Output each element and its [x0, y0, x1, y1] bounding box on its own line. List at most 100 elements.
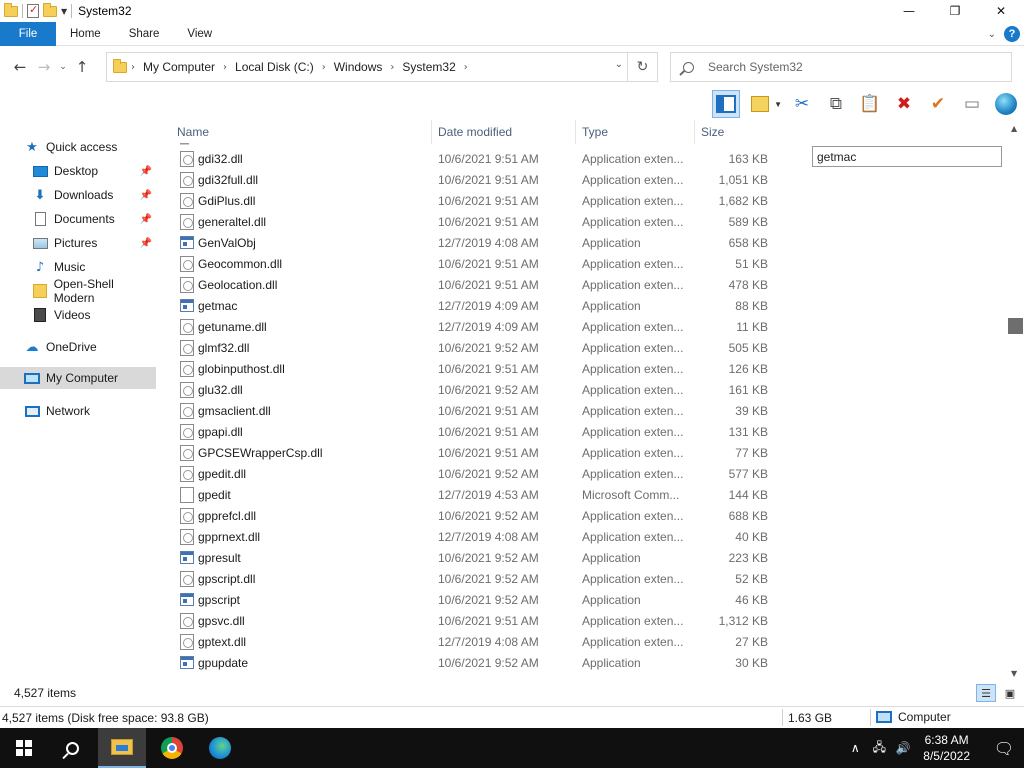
breadcrumb-local-disk[interactable]: Local Disk (C:) [231, 60, 318, 74]
tab-share[interactable]: Share [115, 22, 174, 46]
folder-icon[interactable] [4, 2, 18, 17]
chevron-down-icon[interactable]: ▼ [61, 7, 67, 16]
nav-item-desktop[interactable]: Desktop 📌 [0, 160, 156, 182]
table-row[interactable]: gpscript 10/6/2021 9:52 AM Application 46 K… [172, 589, 776, 610]
chevron-right-icon[interactable]: › [460, 62, 472, 73]
file-name-cell[interactable]: getuname.dll [180, 316, 430, 337]
table-row[interactable]: gpprefcl.dll 10/6/2021 9:52 AM Application… [172, 505, 776, 526]
new-folder-button[interactable] [746, 90, 774, 118]
back-button[interactable]: ← [8, 55, 32, 79]
chevron-right-icon[interactable]: › [127, 62, 139, 73]
table-row[interactable]: gpapi.dll 10/6/2021 9:51 AM Application ex… [172, 421, 776, 442]
column-header-type[interactable]: Type [577, 120, 695, 144]
pin-icon[interactable]: 📌 [140, 190, 152, 201]
clock[interactable]: 6:38 AM 8/5/2022 [923, 732, 970, 764]
file-name-cell[interactable]: gmsaclient.dll [180, 400, 430, 421]
nav-item-documents[interactable]: Documents 📌 [0, 208, 156, 230]
cut-button[interactable]: ✂ [788, 90, 816, 118]
file-name-cell[interactable]: GPCSEWrapperCsp.dll [180, 442, 430, 463]
file-name-cell[interactable]: glu32.dll [180, 379, 430, 400]
pin-icon[interactable]: 📌 [140, 166, 152, 177]
file-name-cell[interactable]: globinputhost.dll [180, 358, 430, 379]
show-hidden-icons[interactable]: ∧ [845, 741, 865, 755]
table-row[interactable]: Geocommon.dll 10/6/2021 9:51 AM Applicatio… [172, 253, 776, 274]
refresh-button[interactable]: ↻ [627, 53, 657, 81]
file-name-cell[interactable]: gpprefcl.dll [180, 505, 430, 526]
file-name-cell[interactable]: gpscript [180, 589, 430, 610]
chevron-right-icon[interactable]: › [318, 62, 330, 73]
table-row[interactable]: gpresult 10/6/2021 9:52 AM Application 223 … [172, 547, 776, 568]
tab-file[interactable]: File [0, 21, 56, 46]
network-icon[interactable]: 🖧 [869, 738, 889, 759]
help-button[interactable]: ? [1004, 26, 1020, 42]
pin-icon[interactable]: 📌 [140, 214, 152, 225]
table-row[interactable]: gpsvc.dll 10/6/2021 9:51 AM Application ex… [172, 610, 776, 631]
table-row[interactable]: GdiPlus.dll 10/6/2021 9:51 AM Application … [172, 190, 776, 211]
nav-item-pictures[interactable]: Pictures 📌 [0, 232, 156, 254]
chevron-right-icon[interactable]: › [219, 62, 231, 73]
nav-item-open-shell[interactable]: Open-Shell Modern [0, 277, 156, 305]
file-name-cell[interactable]: GdiPlus.dll [180, 190, 430, 211]
table-row[interactable]: gdi32full.dll 10/6/2021 9:51 AM Applicatio… [172, 169, 776, 190]
taskbar-file-explorer[interactable] [98, 728, 146, 768]
table-row[interactable]: gpupdate 10/6/2021 9:52 AM Application 30 K… [172, 652, 776, 673]
table-row[interactable]: glmf32.dll 10/6/2021 9:52 AM Application e… [172, 337, 776, 358]
file-name-cell[interactable]: gdi32.dll [180, 148, 430, 169]
file-name-cell[interactable]: gpapi.dll [180, 421, 430, 442]
table-row[interactable]: gpedit.dll 10/6/2021 9:52 AM Application e… [172, 463, 776, 484]
file-name-cell[interactable]: gpresult [180, 547, 430, 568]
file-name-cell[interactable]: gpsvc.dll [180, 610, 430, 631]
copy-button[interactable]: ⧉ [822, 90, 850, 118]
table-row[interactable]: gpprnext.dll 12/7/2019 4:08 AM Application… [172, 526, 776, 547]
layout-button[interactable] [712, 90, 741, 118]
tab-home[interactable]: Home [56, 22, 115, 46]
close-button[interactable]: ✕ [978, 0, 1024, 22]
breadcrumb-system32[interactable]: System32 [398, 60, 459, 74]
taskbar-search-button[interactable] [48, 728, 96, 768]
details-view-button[interactable]: ☰ [976, 684, 996, 702]
forward-button[interactable]: → [32, 55, 56, 79]
file-name-cell[interactable]: gpscript.dll [180, 568, 430, 589]
breadcrumb-my-computer[interactable]: My Computer [139, 60, 219, 74]
nav-item-music[interactable]: ♪ Music [0, 256, 156, 278]
new-folder-icon[interactable] [43, 2, 57, 17]
nav-item-videos[interactable]: Videos [0, 304, 156, 326]
nav-item-onedrive[interactable]: ☁ OneDrive [0, 336, 156, 358]
file-name-cell[interactable]: Geolocation.dll [180, 274, 430, 295]
file-name-cell[interactable]: generaltel.dll [180, 211, 430, 232]
expand-ribbon-icon[interactable]: ⌄ [988, 29, 996, 40]
up-button[interactable]: ↑ [70, 55, 94, 79]
file-name-cell[interactable]: gdi32full.dll [180, 169, 430, 190]
scrollbar-thumb[interactable] [1008, 318, 1023, 334]
column-header-date[interactable]: Date modified [433, 120, 576, 144]
file-name-cell[interactable]: gpprnext.dll [180, 526, 430, 547]
table-row[interactable]: getmac 12/7/2019 4:09 AM Application 88 KB [172, 295, 776, 316]
tab-view[interactable]: View [173, 22, 226, 46]
nav-item-network[interactable]: Network [0, 400, 156, 422]
chevron-right-icon[interactable]: › [386, 62, 398, 73]
pin-icon[interactable]: 📌 [140, 238, 152, 249]
minimize-button[interactable]: — [886, 0, 932, 22]
table-row[interactable]: gptext.dll 12/7/2019 4:08 AM Application e… [172, 631, 776, 652]
table-row[interactable]: gpedit 12/7/2019 4:53 AM Microsoft Comm...… [172, 484, 776, 505]
table-row[interactable]: GenValObj 12/7/2019 4:08 AM Application 658… [172, 232, 776, 253]
table-row[interactable]: getuname.dll 12/7/2019 4:09 AM Application… [172, 316, 776, 337]
nav-item-quick-access[interactable]: ★ Quick access [0, 136, 156, 158]
preview-text-field[interactable]: getmac [812, 146, 1002, 167]
table-row[interactable]: Geolocation.dll 10/6/2021 9:51 AM Applicat… [172, 274, 776, 295]
taskbar-edge[interactable] [196, 728, 244, 768]
table-row[interactable]: gmsaclient.dll 10/6/2021 9:51 AM Applicati… [172, 400, 776, 421]
table-row[interactable]: gpscript.dll 10/6/2021 9:52 AM Application… [172, 568, 776, 589]
rename-button[interactable]: ▭ [958, 90, 986, 118]
file-name-cell[interactable]: gptext.dll [180, 631, 430, 652]
address-dropdown-icon[interactable]: ⌄ [615, 59, 623, 70]
scroll-up-icon[interactable]: ▲ [1011, 124, 1017, 133]
properties-button[interactable]: ✔ [924, 90, 952, 118]
chevron-down-icon[interactable]: ▼ [774, 100, 782, 109]
address-bar[interactable]: › My Computer › Local Disk (C:) › Window… [106, 52, 658, 82]
file-name-cell[interactable]: Geocommon.dll [180, 253, 430, 274]
search-input[interactable]: Search System32 [670, 52, 1012, 82]
nav-item-downloads[interactable]: ⬇ Downloads 📌 [0, 184, 156, 206]
start-button[interactable] [0, 728, 48, 768]
vertical-scrollbar[interactable]: ▲ ▼ [1007, 120, 1024, 682]
